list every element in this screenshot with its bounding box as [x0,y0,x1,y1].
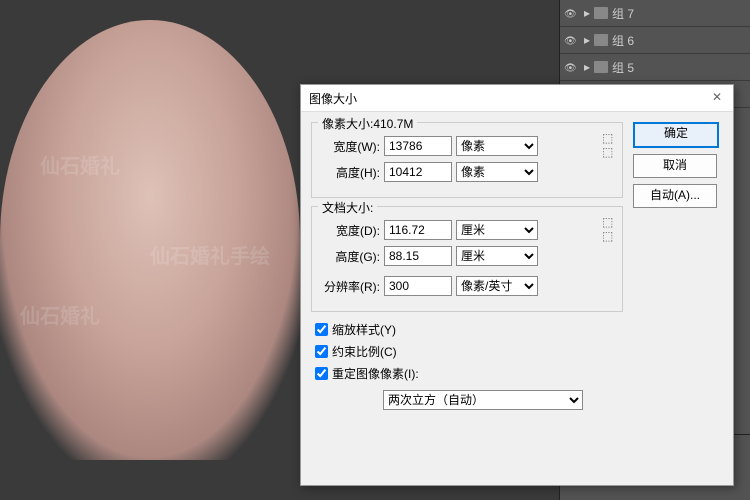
layer-name: 组 7 [612,5,634,22]
link-icon[interactable]: ⬚⬚ [602,215,616,271]
resolution-label: 分辨率(R): [318,278,380,295]
layer-name: 组 6 [612,32,634,49]
dialog-titlebar[interactable]: 图像大小 ✕ [301,85,733,112]
layer-group-row[interactable]: ▸ 组 5 [560,54,750,81]
dialog-title: 图像大小 [309,90,357,107]
expand-icon[interactable]: ▸ [584,60,594,74]
visibility-icon[interactable] [564,6,578,20]
resample-checkbox[interactable] [315,367,328,380]
doc-width-label: 宽度(D): [318,222,380,239]
group-label: 文档大小: [318,199,377,216]
width-input[interactable] [384,136,452,156]
layer-name: 组 5 [612,59,634,76]
auto-button[interactable]: 自动(A)... [633,184,717,208]
doc-height-input[interactable] [384,246,452,266]
close-icon[interactable]: ✕ [709,90,725,106]
visibility-icon[interactable] [564,60,578,74]
height-unit-select[interactable]: 像素 [456,162,538,182]
image-size-dialog: 图像大小 ✕ 像素大小:410.7M 宽度(W):像素 高度(H):像素 ⬚⬚ … [300,84,734,486]
folder-icon [594,61,608,73]
artwork-shape [0,20,300,460]
folder-icon [594,7,608,19]
resolution-unit-select[interactable]: 像素/英寸 [456,276,538,296]
folder-icon [594,34,608,46]
pixel-dimensions-group: 像素大小:410.7M 宽度(W):像素 高度(H):像素 ⬚⬚ [311,122,623,198]
scale-styles-checkbox[interactable] [315,323,328,336]
doc-height-label: 高度(G): [318,248,380,265]
checkbox-label: 约束比例(C) [332,343,397,360]
group-label: 像素大小:410.7M [318,115,417,132]
constrain-proportions-checkbox[interactable] [315,345,328,358]
width-label: 宽度(W): [318,138,380,155]
checkbox-label: 缩放样式(Y) [332,321,396,338]
ok-button[interactable]: 确定 [633,122,719,148]
width-unit-select[interactable]: 像素 [456,136,538,156]
doc-width-unit-select[interactable]: 厘米 [456,220,538,240]
interpolation-select[interactable]: 两次立方（自动） [383,390,583,410]
document-size-group: 文档大小: 宽度(D):厘米 高度(G):厘米 ⬚⬚ 分辨率(R):像素/英寸 [311,206,623,312]
height-label: 高度(H): [318,164,380,181]
link-icon[interactable]: ⬚⬚ [602,131,616,187]
visibility-icon[interactable] [564,33,578,47]
layer-group-row[interactable]: ▸ 组 7 [560,0,750,27]
doc-width-input[interactable] [384,220,452,240]
resolution-input[interactable] [384,276,452,296]
doc-height-unit-select[interactable]: 厘米 [456,246,538,266]
checkbox-label: 重定图像像素(I): [332,365,419,382]
cancel-button[interactable]: 取消 [633,154,717,178]
expand-icon[interactable]: ▸ [584,6,594,20]
expand-icon[interactable]: ▸ [584,33,594,47]
layer-group-row[interactable]: ▸ 组 6 [560,27,750,54]
height-input[interactable] [384,162,452,182]
